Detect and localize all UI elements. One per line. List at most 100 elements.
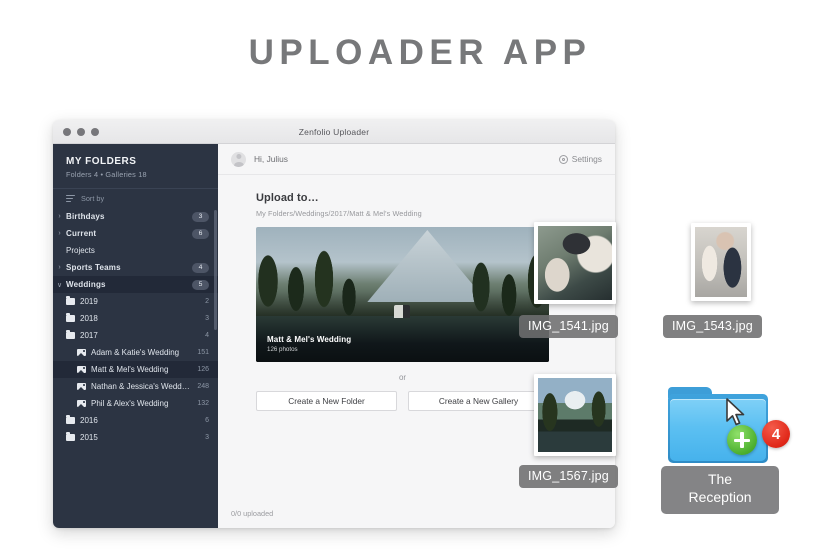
create-buttons-row: Create a New Folder Create a New Gallery (256, 391, 549, 411)
folder-name-label: The Reception (661, 466, 779, 514)
folder-icon (66, 415, 75, 424)
folder-name-line2: Reception (688, 488, 752, 505)
tree-item-label-continued: Projects (66, 246, 95, 255)
tree-item-count: 3 (205, 315, 209, 322)
tree-item-adam-katie-s-wedding[interactable]: Adam & Katie's Wedding 151 (53, 344, 218, 361)
greeting-text: Hi, Julius (254, 154, 288, 164)
tree-item-count: 248 (197, 383, 209, 390)
tree-item-count: 126 (197, 366, 209, 373)
add-plus-badge-icon (727, 425, 757, 455)
tree-item-label: Weddings (66, 280, 106, 289)
tree-item-nathan-jessica-s-wedd[interactable]: Nathan & Jessica's Wedd… 248 (53, 378, 218, 395)
tree-item-label: 2018 (80, 314, 98, 323)
photo-thumbnail-image (695, 227, 747, 297)
chevron-right-icon[interactable]: › (53, 213, 66, 220)
gear-icon (558, 154, 568, 164)
user-area[interactable]: Hi, Julius (231, 151, 288, 167)
folder-icon (66, 296, 75, 305)
file-name-label: IMG_1541.jpg (519, 315, 618, 338)
gallery-photo-count: 126 photos (267, 346, 298, 353)
drag-count-badge: 4 (762, 420, 790, 448)
upload-status-text: 0/0 uploaded (231, 508, 274, 518)
tree-item-weddings[interactable]: ∨ Weddings 5 (53, 276, 218, 293)
tree-item-label: Phil & Alex's Wedding (91, 399, 169, 408)
folder-name-line1: The (707, 471, 733, 487)
tree-item-label: Sports Teams (66, 263, 121, 272)
dragged-photo-thumbnail[interactable] (691, 223, 751, 301)
sort-icon (66, 195, 75, 202)
couple-shape (393, 305, 410, 318)
folder-icon[interactable]: 4 (668, 387, 790, 463)
photo-thumbnail-image (538, 226, 612, 300)
tree-item-label: Matt & Mel's Wedding (91, 365, 169, 374)
sort-by-label: Sort by (81, 194, 105, 203)
tree-item-current-projects[interactable]: › Current 6 (53, 225, 218, 242)
settings-label: Settings (571, 154, 602, 164)
dragged-photo-thumbnail[interactable] (534, 222, 616, 304)
tree-item-count-badge: 5 (192, 279, 209, 290)
screenshot-root: UPLOADER APP Zenfolio Uploader MY FOLDER… (0, 0, 840, 560)
tree-item-label: 2017 (80, 331, 98, 340)
settings-button[interactable]: Settings (558, 154, 602, 164)
tree-item-count: 6 (205, 417, 209, 424)
tree-item-label: Nathan & Jessica's Wedd… (91, 382, 190, 391)
dragged-photo-thumbnail[interactable] (534, 374, 616, 456)
window-title: Zenfolio Uploader (298, 126, 370, 137)
tree-item-label: Birthdays (66, 212, 105, 221)
sidebar-subheading: Folders 4 • Galleries 18 (66, 170, 147, 179)
folder-icon (66, 313, 75, 322)
tree-item-count-badge: 6 (192, 228, 209, 239)
gallery-caption: Matt & Mel's Wedding 126 photos (267, 335, 351, 354)
chevron-right-icon[interactable]: › (53, 264, 66, 271)
tree-item-2019[interactable]: 2019 2 (53, 293, 218, 310)
tree-item-count: 2 (205, 298, 209, 305)
breadcrumb: My Folders/Weddings/2017/Matt & Mel's We… (256, 209, 422, 218)
tree-item-matt-mel-s-wedding[interactable]: Matt & Mel's Wedding 126 (53, 361, 218, 378)
folder-tree[interactable]: › Birthdays 3 › Current 6 Projects › Sports Team… (53, 208, 218, 528)
sidebar-heading: MY FOLDERS (66, 156, 137, 167)
tree-item-count: 151 (197, 349, 209, 356)
tree-item-label: Current (66, 229, 97, 238)
create-new-gallery-button[interactable]: Create a New Gallery (408, 391, 549, 411)
sidebar-header: MY FOLDERS Folders 4 • Galleries 18 (53, 144, 218, 188)
photo-thumbnail-image (538, 378, 612, 452)
tree-item-count: 4 (205, 332, 209, 339)
tree-item-sports-teams[interactable]: › Sports Teams 4 (53, 259, 218, 276)
tree-item-phil-alex-s-wedding[interactable]: Phil & Alex's Wedding 132 (53, 395, 218, 412)
chevron-right-icon[interactable]: › (53, 230, 66, 237)
gallery-icon (77, 349, 86, 356)
tree-item-2016[interactable]: 2016 6 (53, 412, 218, 429)
tree-item-count-badge: 3 (192, 211, 209, 222)
tree-item-count: 132 (197, 400, 209, 407)
status-bar: 0/0 uploaded (218, 498, 615, 528)
tree-item-label: 2015 (80, 433, 98, 442)
sidebar: MY FOLDERS Folders 4 • Galleries 18 Sort… (53, 144, 218, 528)
page-title: UPLOADER APP (248, 33, 592, 72)
file-name-label: IMG_1543.jpg (663, 315, 762, 338)
folder-icon (66, 432, 75, 441)
chevron-down-icon[interactable]: ∨ (53, 281, 66, 289)
tree-item-2017[interactable]: 2017 4 (53, 327, 218, 344)
folder-icon (66, 330, 75, 339)
main-toolbar: Hi, Julius Settings (218, 144, 615, 175)
gallery-title: Matt & Mel's Wedding (267, 334, 352, 344)
sort-by-control[interactable]: Sort by (53, 189, 218, 208)
tree-item-count: 3 (205, 434, 209, 441)
file-name-label: IMG_1567.jpg (519, 465, 618, 488)
gallery-icon (77, 400, 86, 407)
tree-item-2018[interactable]: 2018 3 (53, 310, 218, 327)
tree-item-count-badge: 4 (192, 262, 209, 273)
tree-item-2015[interactable]: 2015 3 (53, 429, 218, 446)
tree-item-label: Adam & Katie's Wedding (91, 348, 180, 357)
folder-tree-scroll[interactable]: › Birthdays 3 › Current 6 Projects › Sports Team… (53, 208, 218, 528)
create-new-folder-button[interactable]: Create a New Folder (256, 391, 397, 411)
destination-gallery-card[interactable]: Matt & Mel's Wedding 126 photos (256, 227, 549, 362)
or-separator: or (398, 373, 407, 382)
upload-heading: Upload to… (256, 192, 319, 204)
sidebar-scrollbar[interactable] (214, 210, 217, 330)
avatar (231, 151, 246, 167)
tree-item-birthdays[interactable]: › Birthdays 3 (53, 208, 218, 225)
window-titlebar: Zenfolio Uploader (53, 120, 615, 144)
gallery-icon (77, 366, 86, 373)
gallery-icon (77, 383, 86, 390)
